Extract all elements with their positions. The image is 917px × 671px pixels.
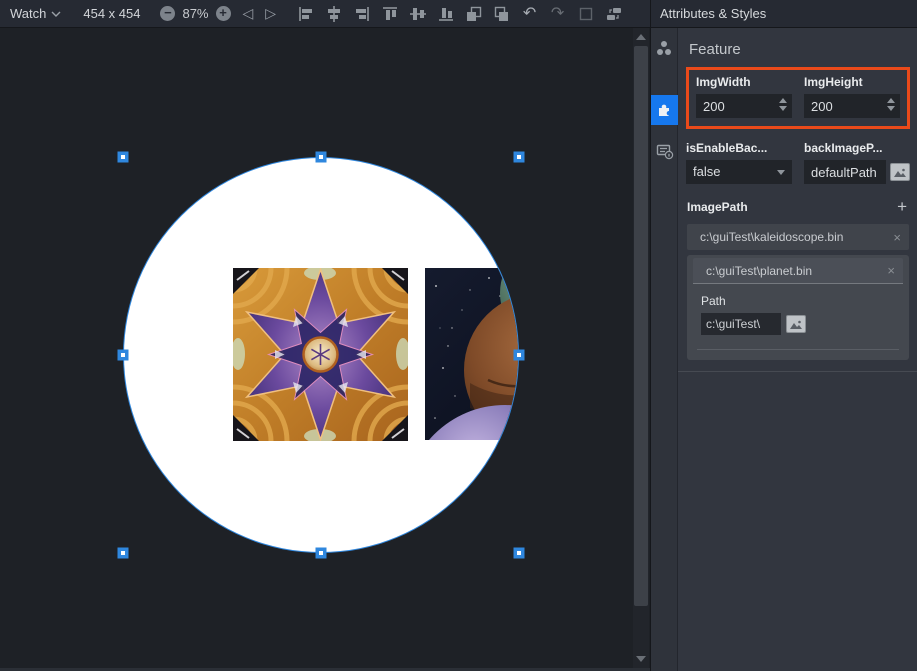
resize-handle-bottom-right[interactable] <box>514 548 525 559</box>
design-canvas[interactable] <box>0 28 650 671</box>
prev-button[interactable]: ◁ <box>243 5 254 22</box>
align-middle-vertical-icon[interactable] <box>408 4 427 23</box>
main-area: Feature ImgWidth ImgHeight <box>0 28 917 671</box>
is-enable-back-field: isEnableBac... false <box>686 141 792 184</box>
resize-handle-middle-left[interactable] <box>118 350 129 361</box>
img-width-input[interactable] <box>696 94 792 118</box>
image-path-item-text: c:\guiTest\kaleidoscope.bin <box>700 230 843 244</box>
marquee-select-icon[interactable] <box>576 4 595 23</box>
remove-item-icon[interactable]: × <box>893 230 901 245</box>
align-right-icon[interactable] <box>352 4 371 23</box>
next-button[interactable]: ▷ <box>265 5 276 22</box>
align-left-icon[interactable] <box>296 4 315 23</box>
align-top-icon[interactable] <box>380 4 399 23</box>
watch-face-scene <box>0 28 650 668</box>
img-height-spinner[interactable] <box>887 98 895 111</box>
img-width-label: ImgWidth <box>696 75 792 89</box>
canvas-vertical-scrollbar[interactable] <box>633 28 649 668</box>
add-image-path-button[interactable]: + <box>897 200 909 214</box>
panel-content: Feature ImgWidth ImgHeight <box>678 28 917 671</box>
zoom-out-button[interactable]: − <box>160 6 175 21</box>
back-image-path-field: backImageP... <box>804 141 910 184</box>
align-bottom-icon[interactable] <box>436 4 455 23</box>
card-divider <box>697 349 899 350</box>
scroll-down-arrow-icon[interactable] <box>636 656 646 662</box>
image-picker-icon[interactable] <box>890 163 910 181</box>
device-selector-label: Watch <box>10 6 46 21</box>
scroll-up-arrow-icon[interactable] <box>636 34 646 40</box>
img-height-field: ImgHeight <box>804 75 900 118</box>
panel-tab-strip <box>651 28 678 671</box>
img-height-label: ImgHeight <box>804 75 900 89</box>
device-selector[interactable]: Watch <box>10 6 61 21</box>
image-path-item-planet[interactable]: c:\guiTest\planet.bin × <box>693 258 903 284</box>
image-picker-icon[interactable] <box>786 315 806 333</box>
resize-handle-bottom-left[interactable] <box>118 548 129 559</box>
img-width-field: ImgWidth <box>696 75 792 118</box>
scrollbar-thumb[interactable] <box>634 46 648 606</box>
undo-icon[interactable]: ↶ <box>520 4 539 23</box>
img-height-input[interactable] <box>804 94 900 118</box>
highlighted-fields-box: ImgWidth ImgHeight <box>686 67 910 129</box>
zoom-in-button[interactable]: + <box>216 6 231 21</box>
chevron-down-icon <box>51 11 61 17</box>
top-bar: Watch 454 x 454 − 87% + ◁ ▷ <box>0 0 917 28</box>
attributes-panel: Feature ImgWidth ImgHeight <box>650 28 917 671</box>
bring-forward-icon[interactable] <box>464 4 483 23</box>
resize-handle-top-center[interactable] <box>316 152 327 163</box>
is-enable-back-label: isEnableBac... <box>686 141 792 155</box>
resize-handle-middle-right[interactable] <box>514 350 525 361</box>
image-path-item-planet-expanded: c:\guiTest\planet.bin × Path <box>687 255 909 360</box>
attributes-styles-header: Attributes & Styles <box>650 0 917 27</box>
resize-handle-bottom-center[interactable] <box>316 548 327 559</box>
image-path-label: ImagePath <box>687 200 748 214</box>
resize-handle-top-right[interactable] <box>514 152 525 163</box>
zoom-level: 87% <box>182 6 208 21</box>
image-path-item-kaleidoscope[interactable]: c:\guiTest\kaleidoscope.bin × <box>687 224 909 250</box>
redo-icon[interactable]: ↷ <box>548 4 567 23</box>
path-label: Path <box>701 294 903 308</box>
back-image-path-label: backImageP... <box>804 141 910 155</box>
attributes-styles-title: Attributes & Styles <box>660 6 766 21</box>
z-order-swap-icon[interactable] <box>604 4 623 23</box>
path-input[interactable] <box>701 313 781 335</box>
planet-image[interactable] <box>405 238 620 605</box>
canvas-size-label: 454 x 454 <box>83 6 140 21</box>
remove-item-icon[interactable]: × <box>887 263 895 278</box>
zoom-controls: − 87% + <box>160 6 230 21</box>
app-window: Watch 454 x 454 − 87% + ◁ ▷ <box>0 0 917 671</box>
send-backward-icon[interactable] <box>492 4 511 23</box>
align-center-horizontal-icon[interactable] <box>324 4 343 23</box>
properties-info-icon[interactable] <box>651 137 678 164</box>
toolbar-icon-group: ↶ ↷ <box>296 4 623 23</box>
resize-handle-top-left[interactable] <box>118 152 129 163</box>
back-image-path-input[interactable] <box>804 160 886 184</box>
feature-section-title: Feature <box>686 28 910 67</box>
toolbar: Watch 454 x 454 − 87% + ◁ ▷ <box>0 0 650 27</box>
hierarchy-nodes-icon[interactable] <box>651 34 678 61</box>
widgets-puzzle-icon[interactable] <box>651 95 678 125</box>
img-width-spinner[interactable] <box>779 98 787 111</box>
image-path-item-text: c:\guiTest\planet.bin <box>706 264 812 278</box>
section-divider <box>678 371 917 372</box>
dropdown-caret-icon <box>777 170 785 175</box>
